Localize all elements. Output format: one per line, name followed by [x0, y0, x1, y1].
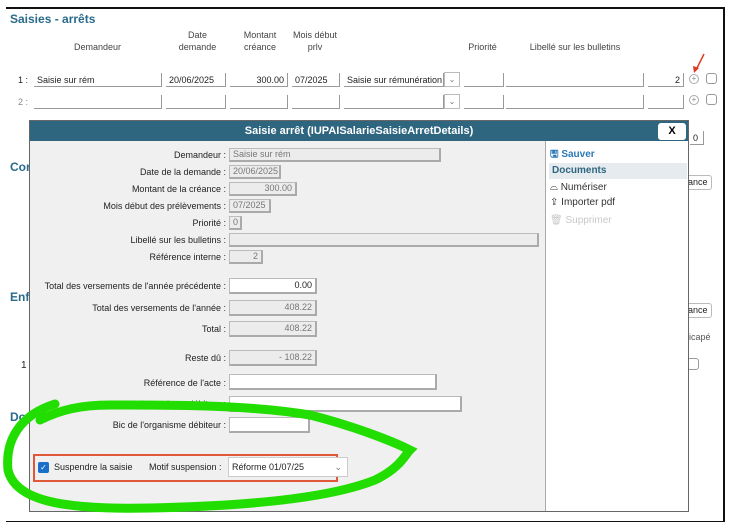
green-annotation-scribble [3, 399, 418, 513]
